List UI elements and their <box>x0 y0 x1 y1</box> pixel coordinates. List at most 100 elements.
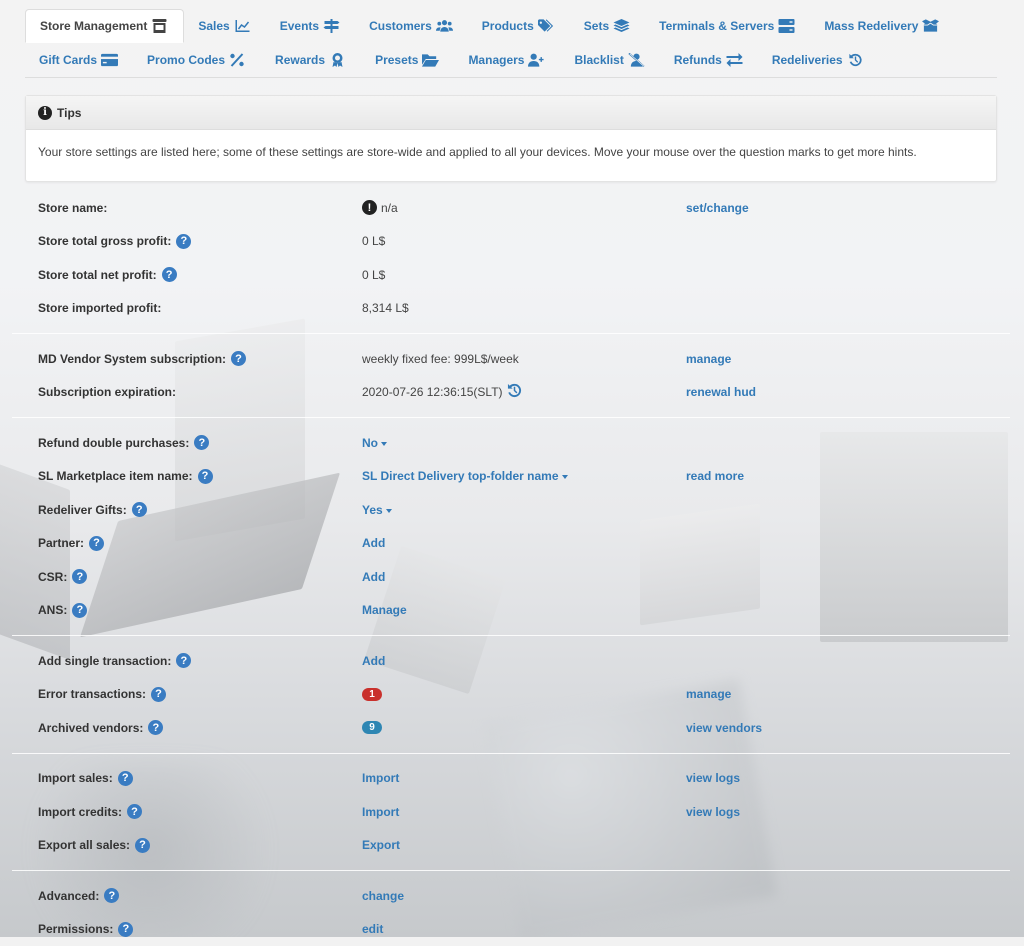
help-icon[interactable]: ? <box>104 888 119 903</box>
users-icon <box>436 19 453 33</box>
help-icon[interactable]: ? <box>231 351 246 366</box>
tab-mass-redelivery[interactable]: Mass Redelivery <box>810 9 954 43</box>
tab-redeliveries[interactable]: Redeliveries <box>758 44 879 76</box>
add-transaction-link[interactable]: Add <box>362 654 385 668</box>
help-icon[interactable]: ? <box>132 502 147 517</box>
tab-events[interactable]: Events <box>266 9 355 43</box>
read-more-link[interactable]: read more <box>686 469 744 483</box>
manage-ans-link[interactable]: Manage <box>362 603 407 617</box>
caret-down-icon <box>386 509 392 513</box>
help-icon[interactable]: ? <box>148 720 163 735</box>
tab-blacklist[interactable]: Blacklist <box>560 44 659 76</box>
tab-managers[interactable]: Managers <box>454 44 560 76</box>
gross-profit-value: 0 L$ <box>362 234 385 248</box>
label: Import credits: <box>38 805 122 819</box>
set-change-link[interactable]: set/change <box>686 201 749 215</box>
store-icon <box>151 19 168 33</box>
help-icon[interactable]: ? <box>72 603 87 618</box>
import-credits-link[interactable]: Import <box>362 805 399 819</box>
tab-presets[interactable]: Presets <box>361 44 454 76</box>
dropdown-value: Yes <box>362 503 383 517</box>
tab-store-management[interactable]: Store Management <box>25 9 184 43</box>
row-store-name: Store name: !n/a set/change <box>12 191 1010 225</box>
help-icon[interactable]: ? <box>135 838 150 853</box>
export-sales-link[interactable]: Export <box>362 838 400 852</box>
tab-promo-codes[interactable]: Promo Codes <box>133 44 261 76</box>
tab-sales[interactable]: Sales <box>184 9 265 43</box>
manage-errors-link[interactable]: manage <box>686 687 731 701</box>
help-icon[interactable]: ? <box>176 234 191 249</box>
tab-refunds[interactable]: Refunds <box>660 44 758 76</box>
view-sales-logs-link[interactable]: view logs <box>686 771 740 785</box>
label: SL Marketplace item name: <box>38 469 193 483</box>
label: Redeliver Gifts: <box>38 503 127 517</box>
row-imported-profit: Store imported profit: 8,314 L$ <box>12 292 1010 326</box>
change-advanced-link[interactable]: change <box>362 889 404 903</box>
tips-title: Tips <box>57 106 81 120</box>
help-icon[interactable]: ? <box>194 435 209 450</box>
tab-label: Gift Cards <box>39 53 97 67</box>
tab-label: Promo Codes <box>147 53 225 67</box>
percent-icon <box>229 53 246 67</box>
tab-label: Products <box>482 19 534 33</box>
info-icon: i <box>38 106 52 120</box>
label: Advanced: <box>38 889 99 903</box>
add-csr-link[interactable]: Add <box>362 570 385 584</box>
label: Store total gross profit: <box>38 234 171 248</box>
tab-sets[interactable]: Sets <box>570 9 645 43</box>
layer-group-icon <box>613 19 630 33</box>
help-icon[interactable]: ? <box>151 687 166 702</box>
help-icon[interactable]: ? <box>89 536 104 551</box>
tab-label: Store Management <box>40 19 147 33</box>
row-refund-double: Refund double purchases:? No <box>12 426 1010 460</box>
credit-card-icon <box>101 53 118 67</box>
help-icon[interactable]: ? <box>176 653 191 668</box>
tags-icon <box>538 19 555 33</box>
row-import-sales: Import sales:? Import view logs <box>12 762 1010 796</box>
view-credits-logs-link[interactable]: view logs <box>686 805 740 819</box>
exchange-icon <box>726 53 743 67</box>
label: CSR: <box>38 570 67 584</box>
help-icon[interactable]: ? <box>118 922 133 937</box>
history-icon[interactable] <box>507 383 522 401</box>
tab-customers[interactable]: Customers <box>355 9 468 43</box>
redeliver-gifts-dropdown[interactable]: Yes <box>362 503 392 517</box>
row-gross-profit: Store total gross profit:? 0 L$ <box>12 225 1010 259</box>
sl-marketplace-dropdown[interactable]: SL Direct Delivery top-folder name <box>362 469 568 483</box>
help-icon[interactable]: ? <box>162 267 177 282</box>
row-advanced: Advanced:? change <box>12 879 1010 913</box>
add-partner-link[interactable]: Add <box>362 536 385 550</box>
help-icon[interactable]: ? <box>72 569 87 584</box>
tab-label: Managers <box>468 53 524 67</box>
tab-label: Sets <box>584 19 609 33</box>
tab-products[interactable]: Products <box>468 9 570 43</box>
caret-down-icon <box>562 475 568 479</box>
row-ans: ANS:? Manage <box>12 594 1010 628</box>
import-sales-link[interactable]: Import <box>362 771 399 785</box>
tab-label: Blacklist <box>574 53 623 67</box>
row-permissions: Permissions:? edit <box>12 913 1010 946</box>
help-icon[interactable]: ? <box>118 771 133 786</box>
server-icon <box>778 19 795 33</box>
tab-terminals-servers[interactable]: Terminals & Servers <box>645 9 810 43</box>
net-profit-value: 0 L$ <box>362 268 385 282</box>
nav-tabs: Store Management Sales Events Customers … <box>25 0 997 78</box>
row-add-transaction: Add single transaction:? Add <box>12 644 1010 678</box>
award-icon <box>329 53 346 67</box>
row-import-credits: Import credits:? Import view logs <box>12 795 1010 829</box>
manage-subscription-link[interactable]: manage <box>686 352 731 366</box>
refund-double-dropdown[interactable]: No <box>362 436 387 450</box>
tab-rewards[interactable]: Rewards <box>261 44 361 76</box>
tab-label: Redeliveries <box>772 53 843 67</box>
edit-permissions-link[interactable]: edit <box>362 922 383 936</box>
warning-icon: ! <box>362 200 377 215</box>
view-vendors-link[interactable]: view vendors <box>686 721 762 735</box>
history-icon <box>847 53 864 67</box>
renewal-hud-link[interactable]: renewal hud <box>686 385 756 399</box>
caret-down-icon <box>381 442 387 446</box>
help-icon[interactable]: ? <box>127 804 142 819</box>
help-icon[interactable]: ? <box>198 469 213 484</box>
tab-gift-cards[interactable]: Gift Cards <box>25 44 133 76</box>
label: Store total net profit: <box>38 268 157 282</box>
dropdown-value: No <box>362 436 378 450</box>
